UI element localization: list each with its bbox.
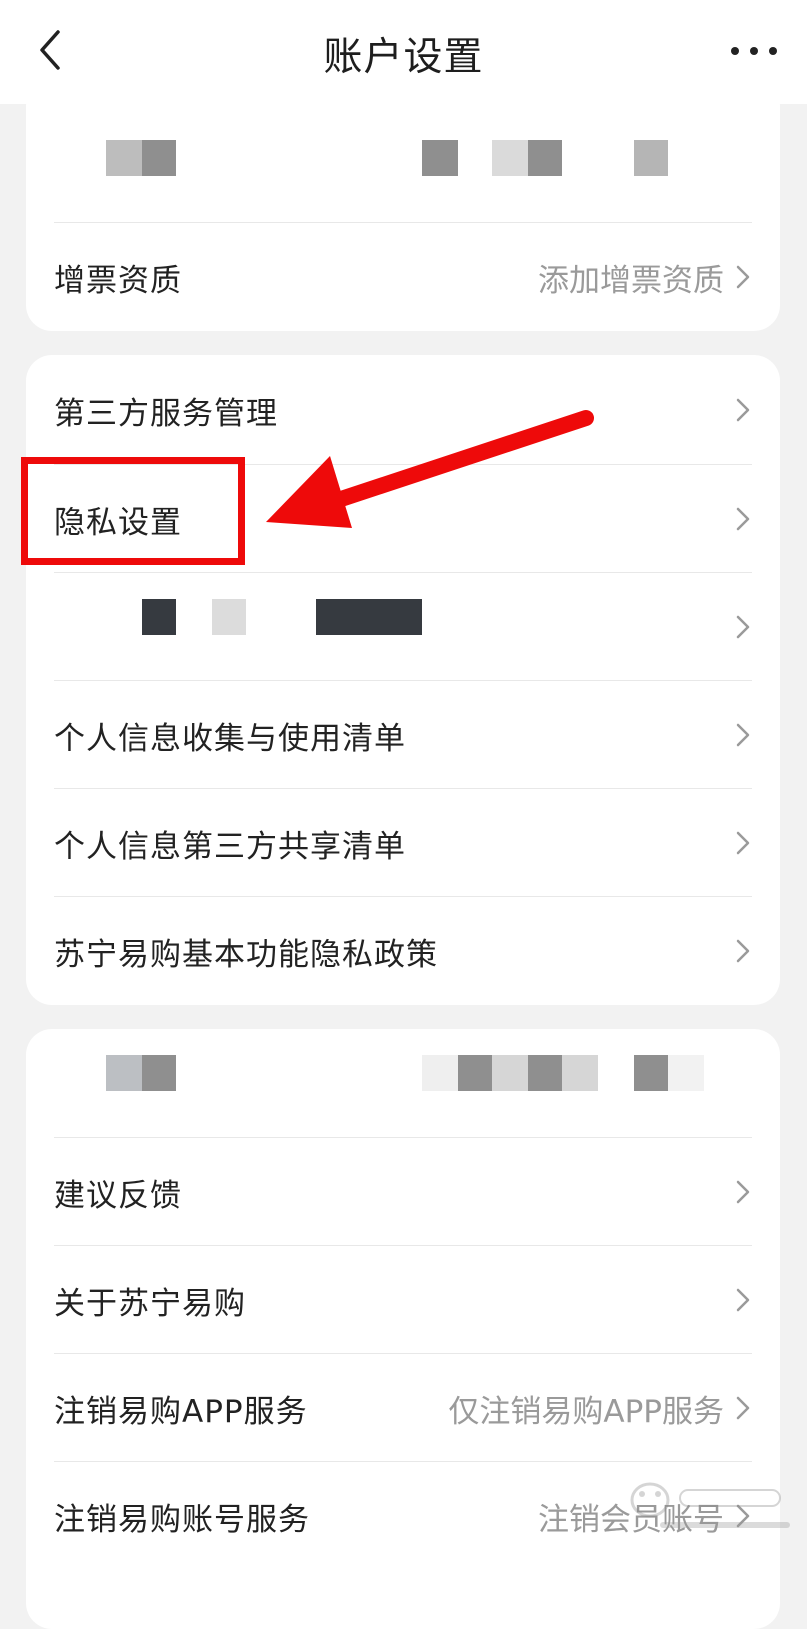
chevron-right-icon [736,723,750,747]
row-label: 注销易购APP服务 [54,1393,308,1430]
cancel-app-service-row[interactable]: 注销易购APP服务 仅注销易购APP服务 [54,1353,752,1462]
row-label: 隐私设置 [54,504,182,541]
chevron-right-icon [736,398,750,422]
chevron-right-icon [736,1180,750,1204]
invoice-qualification-label: 增票资质 [54,262,182,299]
third-party-service-management-row[interactable]: 第三方服务管理 [54,356,752,464]
row-label: 个人信息收集与使用清单 [54,720,406,757]
row-label: 建议反馈 [54,1177,182,1214]
personal-info-third-party-sharing-row[interactable]: 个人信息第三方共享清单 [54,788,752,897]
account-info-card: 增票资质 添加增票资质 [26,80,780,331]
row-label: 苏宁易购基本功能隐私政策 [54,936,438,973]
row-label: 关于苏宁易购 [54,1285,246,1322]
about-row[interactable]: 关于苏宁易购 [54,1245,752,1354]
basic-function-privacy-policy-row[interactable]: 苏宁易购基本功能隐私政策 [54,896,752,1005]
feedback-row[interactable]: 建议反馈 [54,1137,752,1246]
privacy-card: 第三方服务管理 隐私设置 个人信息收集与使用清单 个人信息第三方共享清单 苏宁易… [26,355,780,1005]
privacy-settings-row[interactable]: 隐私设置 [54,464,752,573]
more-button[interactable] [727,36,781,66]
chevron-right-icon [736,831,750,855]
chevron-right-icon [736,939,750,963]
chevron-right-icon [736,507,750,531]
row-label: 注销易购账号服务 [54,1501,310,1538]
invoice-qualification-value: 添加增票资质 [538,262,724,299]
row-label: 个人信息第三方共享清单 [54,828,406,865]
other-settings-card: 建议反馈 关于苏宁易购 注销易购APP服务 仅注销易购APP服务 注销易购账号服… [26,1029,780,1629]
chevron-right-icon [736,1288,750,1312]
personal-info-collection-list-row[interactable]: 个人信息收集与使用清单 [54,680,752,789]
invoice-qualification-row[interactable]: 增票资质 添加增票资质 [54,222,752,331]
chevron-right-icon [736,1504,750,1528]
pixelated-row[interactable] [26,1029,780,1137]
row-label: 第三方服务管理 [54,395,278,432]
cancel-account-service-row[interactable]: 注销易购账号服务 注销会员账号 [54,1461,752,1570]
page-title: 账户设置 [323,35,484,80]
row-value: 仅注销易购APP服务 [448,1393,724,1430]
row-value: 注销会员账号 [538,1501,724,1538]
chevron-right-icon [736,265,750,289]
pixelated-row[interactable] [26,108,780,216]
chevron-right-icon [736,1396,750,1420]
pixelated-row[interactable] [54,572,752,681]
chevron-right-icon [736,615,750,639]
more-icon [731,47,777,55]
